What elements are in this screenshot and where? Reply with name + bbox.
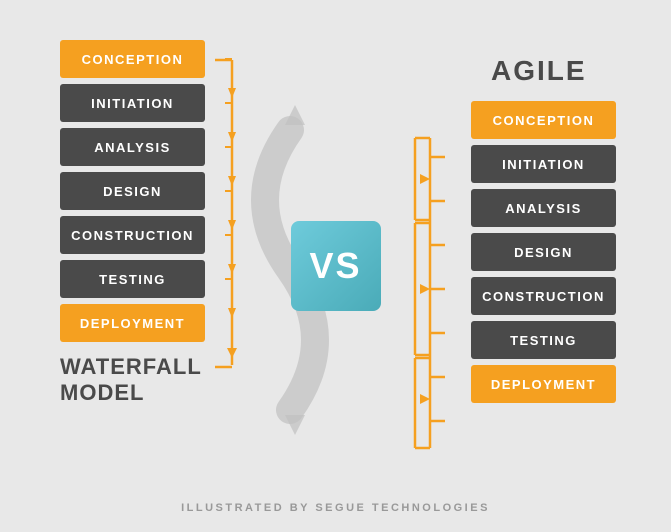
waterfall-step-analysis: ANALYSIS xyxy=(60,128,205,166)
vs-box: VS xyxy=(291,221,381,311)
waterfall-step-deployment: DEPLOYMENT xyxy=(60,304,205,342)
waterfall-step-testing: TESTING xyxy=(60,260,205,298)
agile-step-design: DESIGN xyxy=(471,233,616,271)
agile-step-initiation: INITIATION xyxy=(471,145,616,183)
waterfall-section: CONCEPTION INITIATION ANALYSIS DESIGN CONSTR… xyxy=(60,40,205,407)
waterfall-step-initiation: INITIATION xyxy=(60,84,205,122)
agile-steps-list: CONCEPTION INITIATION ANALYSIS DESIGN CONSTR… xyxy=(471,101,616,403)
agile-section: AGILE CONCEPTION INITIATION ANALYSIS DESIGN… xyxy=(471,55,616,403)
agile-step-testing: TESTING xyxy=(471,321,616,359)
agile-step-construction: CONSTRUCTION xyxy=(471,277,616,315)
footer: ILLUSTRATED BY SEGUE TECHNOLOGIES xyxy=(0,502,671,514)
vs-section: VS xyxy=(291,221,381,311)
agile-title: AGILE xyxy=(491,55,587,87)
waterfall-step-conception: CONCEPTION xyxy=(60,40,205,78)
waterfall-step-construction: CONSTRUCTION xyxy=(60,216,205,254)
waterfall-step-design: DESIGN xyxy=(60,172,205,210)
waterfall-steps-list: CONCEPTION INITIATION ANALYSIS DESIGN CONSTR… xyxy=(60,40,205,342)
main-container: CONCEPTION INITIATION ANALYSIS DESIGN CONSTR… xyxy=(0,0,671,532)
agile-step-analysis: ANALYSIS xyxy=(471,189,616,227)
agile-step-deployment: DEPLOYMENT xyxy=(471,365,616,403)
agile-step-conception: CONCEPTION xyxy=(471,101,616,139)
waterfall-title: WATERFALL MODEL xyxy=(60,354,202,407)
